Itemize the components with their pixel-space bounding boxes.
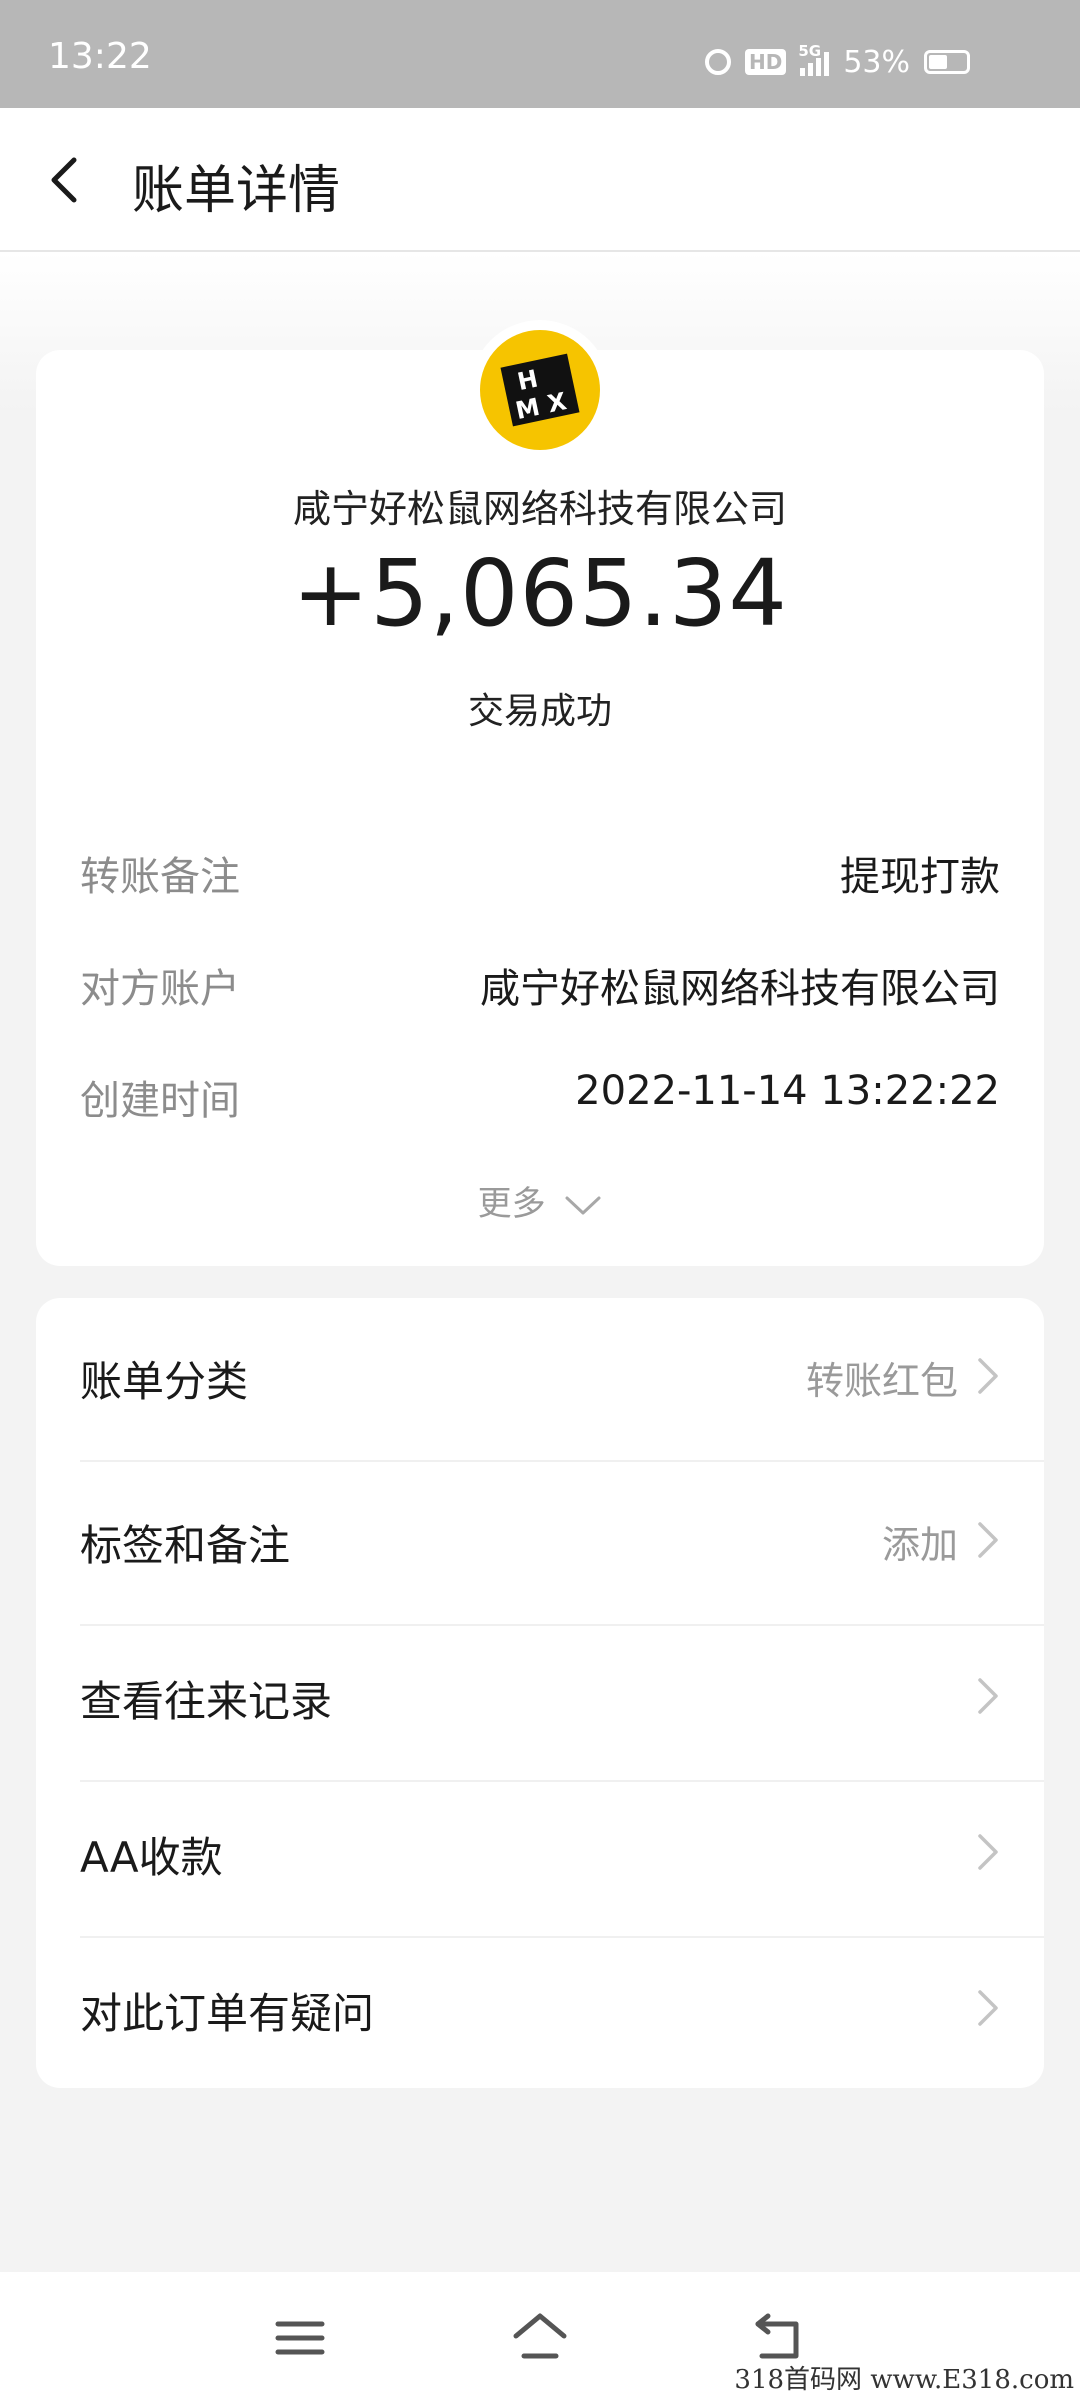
menu-item-label: 查看往来记录	[80, 1677, 333, 1726]
alarm-icon	[704, 49, 731, 75]
transaction-status: 交易成功	[467, 691, 612, 732]
chevron-right-icon	[978, 1834, 998, 1870]
back-icon[interactable]	[750, 2310, 810, 2366]
menu-item-aa-collect[interactable]: AA收款	[36, 1774, 1044, 1930]
network-type: 5G	[798, 42, 822, 60]
transaction-card: H M X 咸宁好松鼠网络科技有限公司 +5,065.34 交易成功 转账备注 …	[36, 320, 1044, 1266]
menu-item-value: 转账红包	[805, 1359, 958, 1403]
hd-icon: HD	[744, 49, 787, 75]
transaction-amount: +5,065.34	[292, 540, 788, 647]
actions-card: 账单分类 转账红包 标签和备注 添加 查看往来记录 AA收款 对此订单有疑问	[36, 1298, 1044, 2088]
menu-item-label: 标签和备注	[80, 1521, 291, 1570]
home-icon[interactable]	[510, 2310, 570, 2366]
menu-item-value: 添加	[881, 1523, 958, 1567]
page-title: 账单详情	[132, 161, 341, 221]
detail-row-time: 创建时间 2022-11-14 13:22:22	[80, 1068, 1000, 1128]
app-header: 账单详情	[0, 108, 1080, 252]
status-time: 13:22	[48, 36, 152, 77]
merchant-logo: H M X	[480, 330, 600, 450]
chevron-right-icon	[978, 1358, 998, 1394]
detail-value: 咸宁好松鼠网络科技有限公司	[480, 966, 1000, 1012]
detail-label: 转账备注	[80, 854, 240, 900]
more-label: 更多	[477, 1184, 546, 1224]
detail-label: 创建时间	[80, 1078, 240, 1124]
detail-value: 提现打款	[840, 854, 1000, 900]
status-bar: 13:22 HD 5G 53%	[0, 0, 1080, 108]
menu-item-tags-notes[interactable]: 标签和备注 添加	[36, 1462, 1044, 1618]
chevron-right-icon	[978, 1522, 998, 1558]
menu-item-label: 对此订单有疑问	[80, 1989, 375, 2038]
battery-percent: 53%	[843, 44, 910, 80]
detail-label: 对方账户	[80, 966, 240, 1012]
status-icons: HD 5G 53%	[704, 42, 970, 80]
menu-item-label: 账单分类	[80, 1357, 249, 1406]
battery-icon	[924, 50, 970, 74]
menu-icon[interactable]	[270, 2310, 330, 2366]
back-arrow-icon[interactable]	[38, 150, 98, 210]
chevron-right-icon	[978, 1990, 998, 2026]
detail-row-account: 对方账户 咸宁好松鼠网络科技有限公司	[80, 956, 1000, 1016]
detail-row-remark: 转账备注 提现打款	[80, 844, 1000, 904]
watermark-text: 318首码网 www.E318.com	[734, 2365, 1074, 2395]
signal-icon: 5G	[798, 42, 830, 76]
chevron-right-icon	[978, 1678, 998, 1714]
chevron-down-icon	[565, 1196, 601, 1214]
menu-item-bill-category[interactable]: 账单分类 转账红包	[36, 1298, 1044, 1454]
menu-item-order-question[interactable]: 对此订单有疑问	[36, 1930, 1044, 2086]
menu-item-label: AA收款	[80, 1833, 223, 1882]
system-nav-bar: 318首码网 www.E318.com	[0, 2272, 1080, 2400]
detail-value: 2022-11-14 13:22:22	[575, 1068, 1000, 1114]
merchant-logo-graphic: H M X	[500, 353, 580, 427]
counterparty-name: 咸宁好松鼠网络科技有限公司	[292, 487, 787, 531]
more-button[interactable]: 更多	[36, 1176, 1044, 1225]
menu-item-history[interactable]: 查看往来记录	[36, 1618, 1044, 1774]
merchant-avatar: H M X	[470, 320, 610, 460]
